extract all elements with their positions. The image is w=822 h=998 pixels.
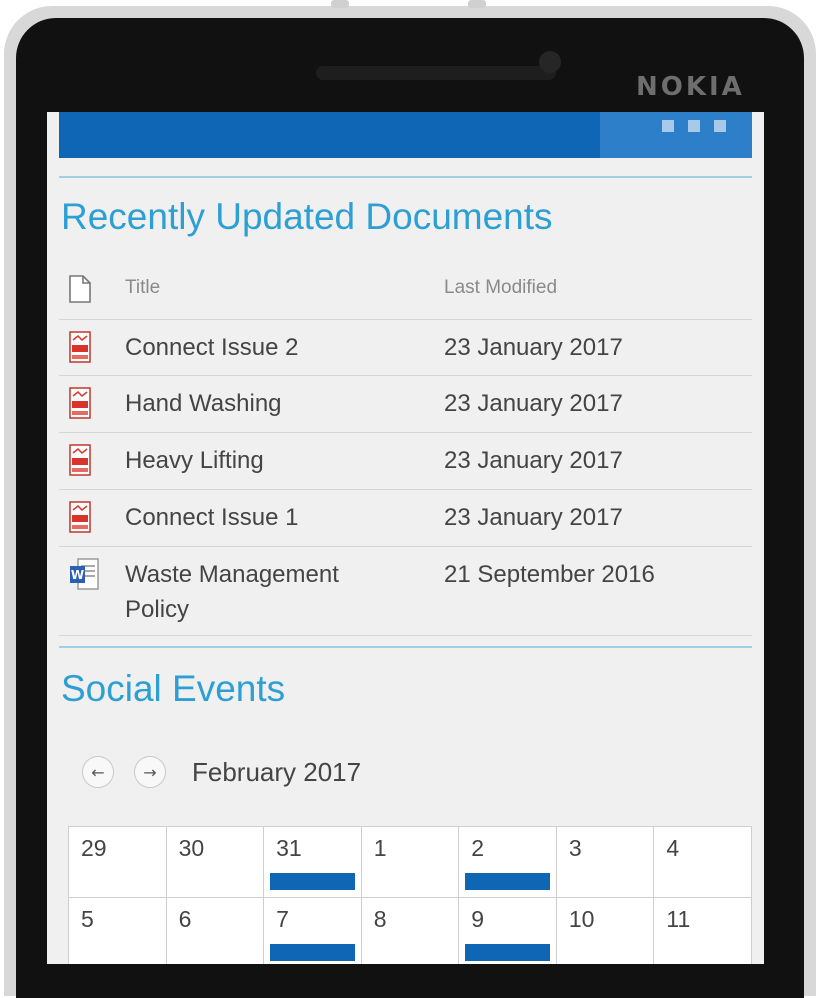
day-number: 9 <box>471 906 485 932</box>
documents-heading[interactable]: Recently Updated Documents <box>61 196 553 238</box>
calendar-day[interactable]: 6 <box>165 897 265 964</box>
documents-table: Title Last Modified Connect Issue 2 23 J… <box>59 258 752 636</box>
day-number: 11 <box>666 906 691 932</box>
calendar-day[interactable]: 11 <box>653 897 752 964</box>
calendar-month-label: February 2017 <box>192 757 362 787</box>
event-bar[interactable] <box>270 944 355 961</box>
calendar-day[interactable]: 7 <box>263 897 362 964</box>
day-number: 5 <box>81 906 94 932</box>
document-modified-date: 23 January 2017 <box>444 504 623 531</box>
phone-top-button <box>331 0 349 8</box>
site-banner <box>59 112 752 158</box>
menu-dots-icon[interactable] <box>662 120 726 132</box>
day-number: 3 <box>568 835 582 861</box>
day-number: 10 <box>568 906 595 932</box>
calendar-day[interactable]: 29 <box>68 826 167 898</box>
brand-logo: NOKIA <box>636 72 745 102</box>
section-divider <box>59 646 752 648</box>
calendar-day[interactable]: 8 <box>360 897 460 964</box>
calendar-day[interactable]: 3 <box>555 826 655 898</box>
document-title-link[interactable]: Hand Washing <box>125 386 282 421</box>
calendar-day[interactable]: 31 <box>263 826 362 898</box>
document-title-link[interactable]: Connect Issue 1 <box>125 500 298 535</box>
day-number: 8 <box>373 906 387 932</box>
phone-top-button <box>468 0 486 8</box>
camera-icon <box>539 51 561 73</box>
arrow-right-icon[interactable]: → <box>134 756 166 788</box>
calendar-day[interactable]: 1 <box>360 826 460 898</box>
day-number: 7 <box>276 906 289 932</box>
file-type-icon <box>69 275 91 307</box>
event-bar[interactable] <box>465 873 550 890</box>
table-header: Title Last Modified <box>59 258 752 320</box>
calendar-week: 5 6 7 8 9 10 11 <box>68 897 752 964</box>
document-modified-date: 23 January 2017 <box>444 447 623 474</box>
word-file-icon: W <box>69 558 99 594</box>
document-modified-date: 23 January 2017 <box>444 334 623 361</box>
event-calendar: 29 30 31 1 2 3 4 5 6 7 8 9 10 11 <box>68 826 752 964</box>
section-divider <box>59 176 752 178</box>
phone-screen: Recently Updated Documents Title Last Mo… <box>47 112 764 964</box>
events-heading[interactable]: Social Events <box>61 668 285 710</box>
pdf-file-icon <box>69 331 91 367</box>
document-title-link[interactable]: Heavy Lifting <box>125 443 264 478</box>
document-modified-date: 21 September 2016 <box>444 561 655 588</box>
arrow-left-icon[interactable]: ← <box>82 756 114 788</box>
day-number: 31 <box>276 835 302 861</box>
table-row[interactable]: Heavy Lifting 23 January 2017 <box>59 433 752 490</box>
calendar-day[interactable]: 5 <box>68 897 167 964</box>
calendar-day[interactable]: 4 <box>653 826 752 898</box>
calendar-day[interactable]: 30 <box>165 826 265 898</box>
document-title-link-line2[interactable]: Policy <box>125 592 189 627</box>
day-number: 29 <box>81 835 107 861</box>
calendar-day[interactable]: 9 <box>458 897 557 964</box>
title-column-header[interactable]: Title <box>125 270 160 305</box>
day-number: 4 <box>666 835 680 861</box>
calendar-day[interactable]: 10 <box>555 897 655 964</box>
table-row[interactable]: Hand Washing 23 January 2017 <box>59 376 752 433</box>
day-number: 1 <box>373 835 387 861</box>
table-row[interactable]: Connect Issue 1 23 January 2017 <box>59 490 752 547</box>
phone-speaker <box>316 66 556 80</box>
event-bar[interactable] <box>270 873 355 890</box>
day-number: 2 <box>471 835 485 861</box>
document-title-link[interactable]: Connect Issue 2 <box>125 330 298 365</box>
calendar-day[interactable]: 2 <box>458 826 557 898</box>
calendar-week: 29 30 31 1 2 3 4 <box>68 826 752 898</box>
event-bar[interactable] <box>465 944 550 961</box>
document-modified-date: 23 January 2017 <box>444 390 623 417</box>
pdf-file-icon <box>69 501 91 537</box>
pdf-file-icon <box>69 387 91 423</box>
day-number: 30 <box>178 835 205 861</box>
table-row[interactable]: Connect Issue 2 23 January 2017 <box>59 320 752 376</box>
document-title-link[interactable]: Waste Management <box>125 557 339 592</box>
svg-text:W: W <box>71 568 84 582</box>
table-row[interactable]: W Waste Management Policy 21 September 2… <box>59 547 752 636</box>
day-number: 6 <box>178 906 192 932</box>
modified-column-header[interactable]: Last Modified <box>444 270 557 305</box>
banner-tile <box>600 112 752 158</box>
pdf-file-icon <box>69 444 91 480</box>
